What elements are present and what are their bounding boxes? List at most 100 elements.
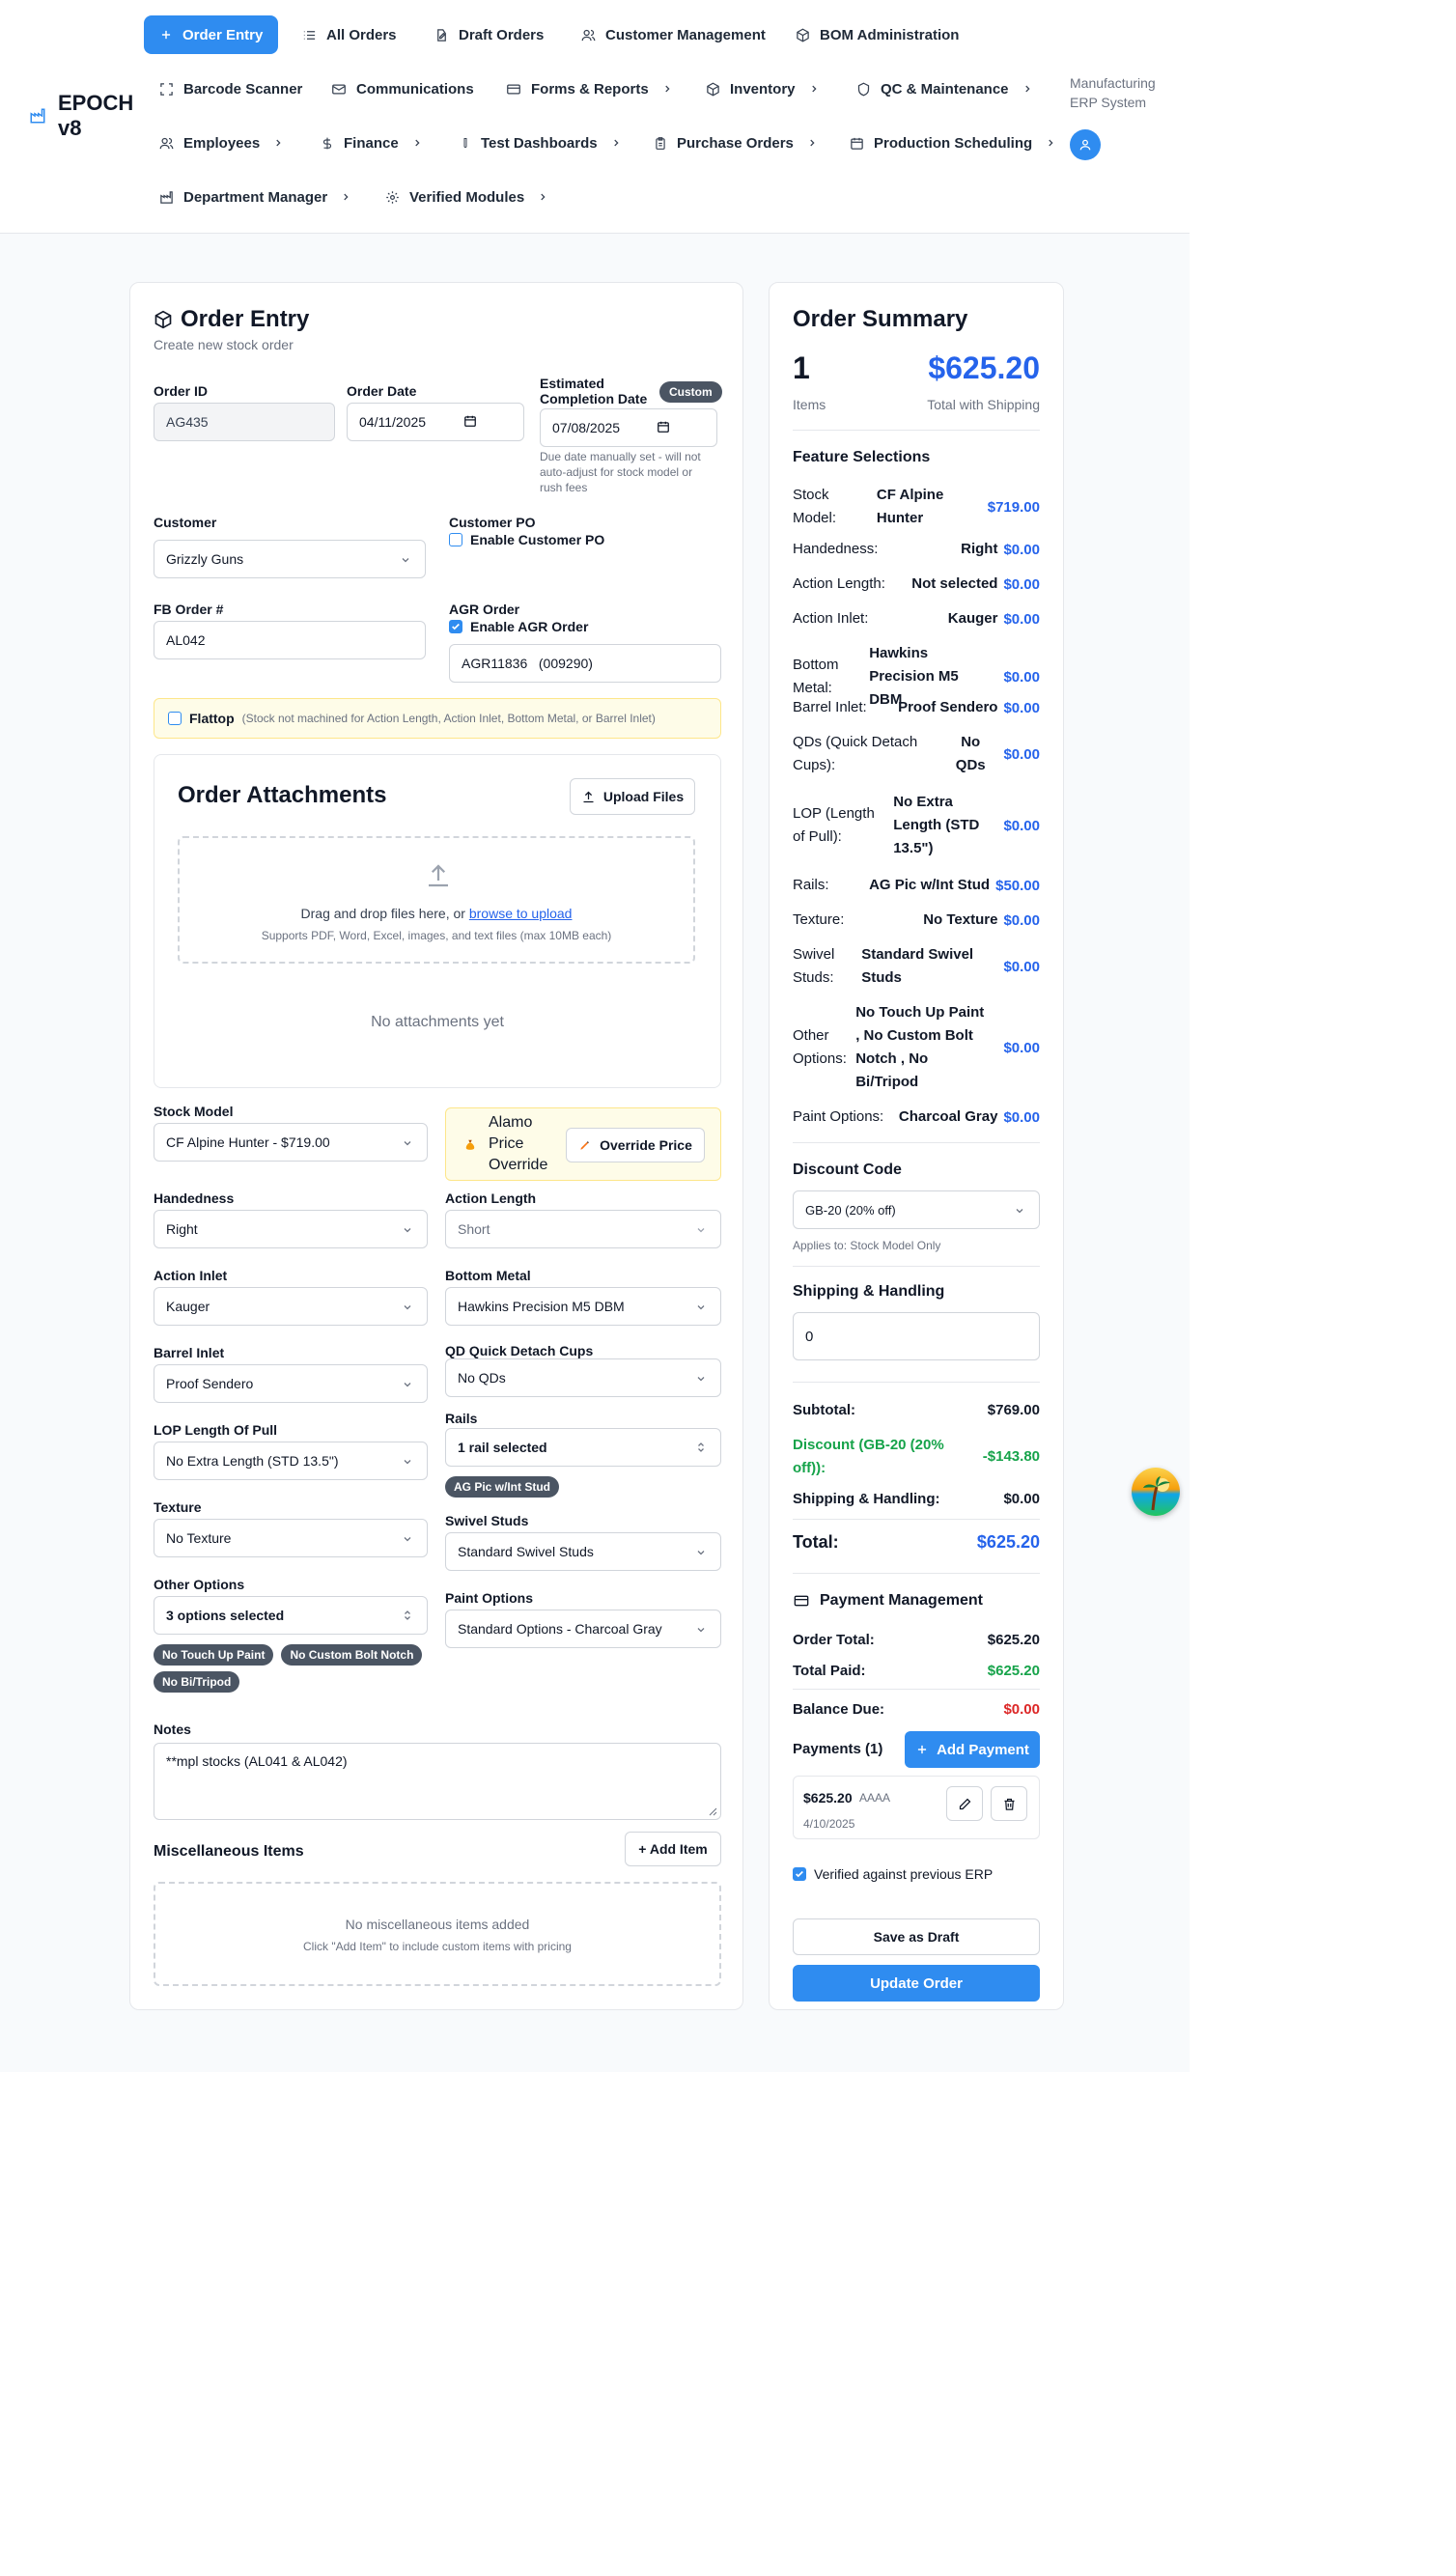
completion-date-field[interactable]: 07/08/2025 [540,408,717,447]
calendar-icon [850,136,864,151]
lop-label: LOP Length Of Pull [154,1422,278,1438]
nav-bom-administration[interactable]: BOM Administration [780,15,974,54]
texture-select[interactable]: No Texture [154,1519,428,1557]
agr-order-field[interactable]: AGR11836 (009290) [449,644,721,683]
selected-chip[interactable]: No Bi/Tripod [154,1671,240,1693]
order-id-field[interactable]: AG435 [154,403,335,441]
customer-po-checkbox[interactable]: Enable Customer PO [449,532,604,547]
delete-payment-button[interactable] [991,1786,1027,1821]
nav-department-manager[interactable]: Department Manager [144,178,366,216]
feature-price: $0.00 [1003,541,1040,558]
verified-checkbox[interactable]: Verified against previous ERP [793,1866,993,1882]
nav-label: Customer Management [605,26,766,43]
other-options-multiselect[interactable]: 3 options selected [154,1596,428,1635]
flattop-row[interactable]: Flattop (Stock not machined for Action L… [154,698,721,739]
add-payment-button[interactable]: Add Payment [905,1731,1040,1768]
nav-purchase-orders[interactable]: Purchase Orders [638,124,832,162]
handedness-select[interactable]: Right [154,1210,428,1248]
checkbox[interactable] [168,712,182,725]
checkbox-checked[interactable] [793,1867,806,1881]
nav-forms-reports[interactable]: Forms & Reports [490,70,687,108]
browse-link[interactable]: browse to upload [469,906,573,921]
nav-qc-maintenance[interactable]: QC & Maintenance [841,70,1048,108]
feature-value: Proof Sendero [898,699,998,715]
save-draft-button[interactable]: Save as Draft [793,1918,1040,1955]
checkbox-checked[interactable] [449,620,462,633]
agr-order-checkbox[interactable]: Enable AGR Order [449,619,588,634]
feature-row: Other Options: No Touch Up Paint , No Cu… [793,1001,1040,1094]
nav-finance[interactable]: Finance [305,124,437,162]
add-item-button[interactable]: + Add Item [625,1832,721,1866]
other-options-value: 3 options selected [166,1608,285,1623]
qd-cups-select[interactable]: No QDs [445,1358,721,1397]
nav-production-scheduling[interactable]: Production Scheduling [834,124,1071,162]
selected-chip[interactable]: No Touch Up Paint [154,1644,274,1666]
nav-draft-orders[interactable]: Draft Orders [419,15,559,54]
chevron-down-icon [402,1379,413,1390]
calendar-icon[interactable] [463,414,477,428]
calendar-icon[interactable] [657,420,670,434]
nav-communications[interactable]: Communications [316,70,490,108]
upload-files-button[interactable]: Upload Files [570,778,695,815]
feature-key: Paint Options: [793,1108,884,1125]
selected-chip[interactable]: AG Pic w/Int Stud [445,1476,560,1498]
package-icon [796,28,810,42]
lop-select[interactable]: No Extra Length (STD 13.5") [154,1442,428,1480]
feature-price: $0.00 [1003,699,1040,716]
floating-assistant-button[interactable] [1132,1468,1180,1516]
bottom-metal-value: Hawkins Precision M5 DBM [458,1299,625,1314]
override-price-button[interactable]: Override Price [566,1128,705,1162]
discount-code-select[interactable]: GB-20 (20% off) [793,1190,1040,1229]
feature-price: $719.00 [987,498,1040,516]
barrel-inlet-value: Proof Sendero [166,1376,254,1391]
order-date-field[interactable]: 04/11/2025 [347,403,524,441]
button-label: Add Payment [937,1741,1029,1758]
nav-employees[interactable]: Employees [144,124,298,162]
barrel-inlet-select[interactable]: Proof Sendero [154,1364,428,1403]
nav-verified-modules[interactable]: Verified Modules [370,178,563,216]
order-total-value: $625.20 [987,1632,1040,1648]
fb-order-field[interactable]: AL042 [154,621,426,659]
action-length-select[interactable]: Short [445,1210,721,1248]
rails-multiselect[interactable]: 1 rail selected [445,1428,721,1467]
feature-price: $0.00 [1003,610,1040,628]
feature-key: Bottom Metal: [793,657,839,696]
attachments-title: Order Attachments [178,782,387,808]
edit-payment-button[interactable] [946,1786,983,1821]
nav-customer-management[interactable]: Customer Management [566,15,781,54]
nav-label: Department Manager [183,188,328,206]
nav-order-entry[interactable]: Order Entry [144,15,279,54]
order-entry-card: Order Entry Create new stock order Order… [129,282,743,2010]
bottom-metal-select[interactable]: Hawkins Precision M5 DBM [445,1287,721,1326]
resize-handle-icon[interactable] [708,1806,717,1816]
feature-row: QDs (Quick Detach Cups): No QDs $0.00 [793,731,1040,777]
divider [793,1519,1040,1520]
nav-barcode-scanner[interactable]: Barcode Scanner [144,70,318,108]
factory-icon [29,107,46,125]
nav-inventory[interactable]: Inventory [690,70,834,108]
misc-title: Miscellaneous Items [154,1843,304,1860]
discount-code-label: Discount Code [793,1162,902,1178]
customer-select[interactable]: Grizzly Guns [154,540,426,578]
shipping-input[interactable]: 0 [793,1312,1040,1360]
divider [793,1689,1040,1690]
user-avatar[interactable] [1070,129,1101,160]
paint-options-select[interactable]: Standard Options - Charcoal Gray [445,1610,721,1648]
upload-icon [424,861,453,890]
feature-key: Other Options: [793,1027,847,1067]
selected-chip[interactable]: No Custom Bolt Notch [281,1644,423,1666]
notes-textarea[interactable]: **mpl stocks (AL041 & AL042) [154,1743,721,1820]
action-inlet-select[interactable]: Kauger [154,1287,428,1326]
nav-test-dashboards[interactable]: Test Dashboards [444,124,636,162]
checkbox-label: Enable AGR Order [470,619,589,634]
chevron-right-icon [273,138,283,148]
drop-zone[interactable]: Drag and drop files here, or browse to u… [178,836,695,964]
rails-chips: AG Pic w/Int Stud [445,1476,560,1498]
update-order-button[interactable]: Update Order [793,1965,1040,2002]
nav-all-orders[interactable]: All Orders [287,15,412,54]
checkbox[interactable] [449,533,462,546]
stock-model-select[interactable]: CF Alpine Hunter - $719.00 [154,1123,428,1162]
divider [793,1266,1040,1267]
brand[interactable]: EPOCH v8 [29,91,133,141]
swivel-studs-select[interactable]: Standard Swivel Studs [445,1532,721,1571]
